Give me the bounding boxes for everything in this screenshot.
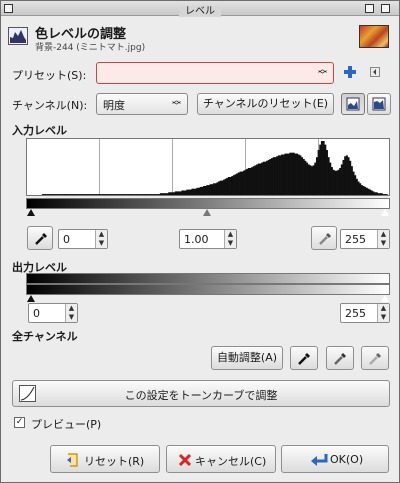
preset-label: プリセット(S): <box>12 69 87 82</box>
reset-icon <box>67 453 78 467</box>
ok-button[interactable]: OK(O) <box>281 445 389 473</box>
input-gamma-handle[interactable] <box>203 209 211 216</box>
input-low-spin[interactable]: 0 ▲ ▼ <box>58 229 108 249</box>
output-gradient-bar <box>26 273 390 284</box>
ok-icon <box>311 454 328 466</box>
input-black-handle[interactable] <box>27 209 35 216</box>
updown-icon: ︿ ﹀ <box>171 96 181 112</box>
black-point-picker-button[interactable] <box>27 226 53 250</box>
channel-combo[interactable]: 明度 ︿ ﹀ <box>96 93 188 115</box>
eyedropper-icon <box>319 233 331 245</box>
input-gamma-spin[interactable]: 1.00 ▲ ▼ <box>179 229 237 249</box>
image-thumbnail <box>359 25 389 48</box>
eyedropper-icon <box>369 353 381 365</box>
cancel-label: キャンセル(C) <box>195 455 267 468</box>
eyedropper-icon <box>298 353 310 365</box>
log-histogram-button[interactable] <box>367 93 391 115</box>
preset-menu-icon[interactable] <box>370 67 380 77</box>
all-channels-label: 全チャンネル <box>12 330 78 343</box>
auto-adjust-button[interactable]: 自動調整(A) <box>211 346 283 370</box>
spin-arrows-icon[interactable]: ▲ ▼ <box>95 230 107 248</box>
histogram-plot <box>41 141 388 195</box>
input-gradient-bar <box>26 198 390 209</box>
eyedropper-icon <box>35 233 47 245</box>
spin-arrows-icon[interactable]: ▲ ▼ <box>377 304 389 322</box>
preset-combo[interactable]: ︿ ﹀ <box>96 62 334 84</box>
spin-arrows-icon[interactable]: ▲ ▼ <box>224 230 236 248</box>
channel-label: チャンネル(N): <box>12 99 88 112</box>
levels-dialog: レベル 色レベルの調整 背景-244 (ミニトマト.jpg) プリセット(S):… <box>0 0 400 483</box>
input-high-value: 255 <box>345 233 366 246</box>
curves-button-label: この設定をトーンカーブで調整 <box>124 389 278 402</box>
image-name: 背景-244 (ミニトマト.jpg) <box>35 43 146 53</box>
output-low-value: 0 <box>33 307 40 320</box>
spin-arrows-icon[interactable]: ▲ ▼ <box>377 230 389 248</box>
cancel-icon <box>178 453 192 467</box>
input-high-spin[interactable]: 255 ▲ ▼ <box>340 229 390 249</box>
add-preset-icon[interactable] <box>343 65 357 82</box>
eyedropper-icon <box>334 353 346 365</box>
title-bar[interactable]: レベル <box>1 1 399 17</box>
edit-as-curves-button[interactable]: この設定をトーンカーブで調整 <box>12 380 390 407</box>
spin-arrows-icon[interactable]: ▲ ▼ <box>65 304 77 322</box>
white-point-picker-button[interactable] <box>311 226 337 250</box>
input-white-handle[interactable] <box>381 209 389 216</box>
cancel-button[interactable]: キャンセル(C) <box>166 445 276 473</box>
window-title: レベル <box>179 6 221 17</box>
output-high-value: 255 <box>345 307 366 320</box>
output-high-spin[interactable]: 255 ▲ ▼ <box>340 303 390 323</box>
log-histogram-icon <box>372 97 386 111</box>
ok-label: OK(O) <box>330 453 364 466</box>
histogram <box>26 138 390 196</box>
linear-histogram-button[interactable] <box>341 93 365 115</box>
output-black-handle[interactable] <box>27 295 35 302</box>
preview-label: プレビュー(P) <box>31 418 102 431</box>
auto-white-picker-button[interactable] <box>361 346 389 370</box>
updown-icon: ︿ ﹀ <box>317 65 327 81</box>
input-gamma-value: 1.00 <box>184 233 209 246</box>
channel-value: 明度 <box>103 99 125 112</box>
reset-label: リセット(R) <box>84 455 145 468</box>
auto-gray-picker-button[interactable] <box>326 346 354 370</box>
linear-histogram-icon <box>346 97 360 111</box>
shade-icon[interactable] <box>381 4 390 13</box>
reset-button[interactable]: リセット(R) <box>50 445 160 473</box>
histogram-bar <box>385 194 388 195</box>
levels-icon <box>8 27 28 45</box>
input-levels-label: 入力レベル <box>12 124 67 137</box>
output-white-handle[interactable] <box>381 295 389 302</box>
maximize-icon[interactable] <box>365 4 374 13</box>
output-gradient-bar-lower <box>26 284 390 295</box>
output-low-spin[interactable]: 0 ▲ ▼ <box>28 303 78 323</box>
auto-black-picker-button[interactable] <box>290 346 318 370</box>
input-low-value: 0 <box>63 233 70 246</box>
channel-reset-button[interactable]: チャンネルのリセット(E) <box>197 93 334 115</box>
preview-checkbox[interactable]: ✓ <box>14 417 25 428</box>
